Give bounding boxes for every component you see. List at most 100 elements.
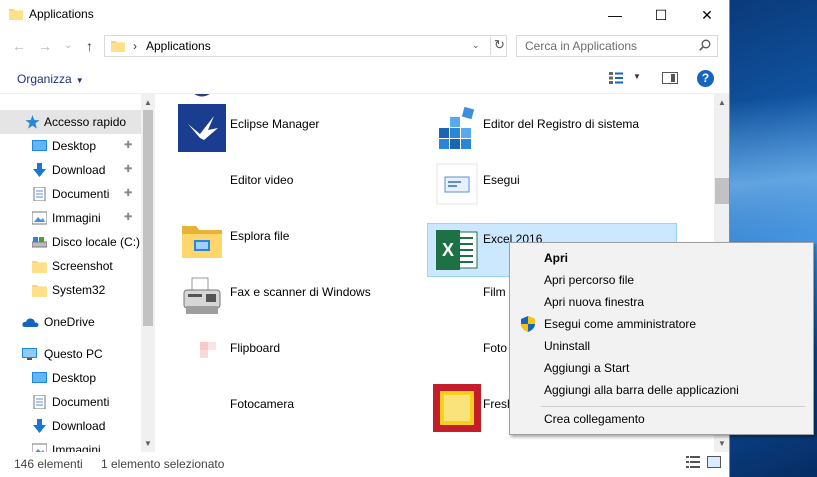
star-icon (25, 115, 40, 129)
menu-item-apri-percorso-file[interactable]: Apri percorso file (512, 269, 811, 291)
desktop-icon (32, 140, 47, 151)
drive-icon (32, 237, 47, 248)
scroll-down-icon[interactable]: ▼ (718, 439, 726, 448)
folder-icon (32, 285, 47, 297)
sidebar-item-desktop-pc[interactable]: Desktop (0, 366, 141, 390)
menu-item-aggiungi-barra-applicazioni[interactable]: Aggiungi alla barra delle applicazioni (512, 379, 811, 401)
scrollbar-thumb[interactable] (715, 178, 729, 204)
menu-item-label: Apri nuova finestra (544, 295, 645, 309)
file-name: Esegui (483, 173, 520, 187)
organize-label: Organizza (17, 72, 72, 86)
sidebar-item-screenshot[interactable]: Screenshot (0, 254, 141, 278)
sidebar-item-label: Documenti (52, 187, 110, 201)
list-item-registry-editor[interactable]: Editor del Registro di sistema (427, 101, 677, 155)
file-name: Flipboard (230, 341, 281, 355)
menu-item-apri[interactable]: Apri (512, 247, 811, 269)
sidebar-item-label: Screenshot (52, 259, 113, 273)
menu-item-aggiungi-a-start[interactable]: Aggiungi a Start (512, 357, 811, 379)
close-button[interactable]: ✕ (684, 0, 729, 30)
list-item-esplora-file[interactable]: Esplora file (172, 213, 422, 267)
up-arrow-icon[interactable]: ↑ (86, 38, 93, 54)
list-item-fax-scanner[interactable]: Fax e scanner di Windows (172, 269, 422, 323)
menu-item-crea-collegamento[interactable]: Crea collegamento (512, 408, 811, 430)
sidebar-item-accesso-rapido[interactable]: Accesso rapido (0, 110, 141, 134)
caret-down-icon: ▼ (75, 76, 84, 85)
list-item-editor-video[interactable]: Editor video (172, 157, 422, 211)
uac-shield-icon (521, 316, 535, 332)
status-bar: 146 elementi 1 elemento selezionato (0, 452, 729, 477)
menu-item-uninstall[interactable]: Uninstall (512, 335, 811, 357)
scroll-down-icon[interactable]: ▼ (144, 439, 152, 448)
recent-locations-chevron-icon[interactable]: ⌄ (64, 40, 72, 51)
menu-item-esegui-come-amministratore[interactable]: Esegui come amministratore (512, 313, 811, 335)
sidebar-item-label: Immagini (52, 211, 101, 225)
list-item-esegui[interactable]: Esegui (427, 157, 677, 211)
file-name: Foto (483, 341, 508, 355)
sidebar-item-label: Disco locale (C:) (52, 235, 141, 249)
context-menu: Apri Apri percorso file Apri nuova fines… (509, 242, 814, 435)
eclipse-manager-icon (178, 104, 226, 152)
sidebar-item-disco-locale[interactable]: Disco locale (C:) (0, 230, 141, 254)
sidebar-item-documenti-pc[interactable]: Documenti (0, 390, 141, 414)
back-arrow-icon[interactable]: ← (12, 38, 26, 54)
search-input[interactable]: Cerca in Applications (516, 35, 718, 57)
menu-item-label: Aggiungi a Start (544, 361, 630, 375)
registry-editor-icon (439, 106, 475, 149)
sidebar-item-label: Desktop (52, 139, 97, 153)
preview-pane-icon[interactable] (662, 72, 678, 84)
menu-separator (541, 406, 805, 407)
list-item-fotocamera[interactable]: Fotocamera (172, 381, 422, 435)
folder-icon (111, 41, 125, 52)
run-icon (436, 163, 478, 205)
sidebar-item-system32[interactable]: System32 (0, 278, 141, 302)
list-item-eclipse-manager[interactable]: Eclipse Manager (172, 101, 422, 155)
details-view-icon[interactable] (686, 456, 700, 468)
address-bar[interactable]: › Applications ⌄ ↻ (104, 35, 507, 57)
sidebar-item-immagini[interactable]: Immagini ✚ (0, 206, 141, 230)
sidebar-item-download[interactable]: Download ✚ (0, 158, 141, 182)
sidebar-item-onedrive[interactable]: OneDrive (0, 310, 141, 334)
sidebar-item-label: Questo PC (44, 347, 103, 361)
refresh-icon[interactable]: ↻ (490, 37, 506, 55)
scrollbar-thumb[interactable] (143, 110, 153, 326)
tiles-view-icon[interactable] (707, 456, 721, 468)
pin-icon: ✚ (124, 164, 133, 175)
search-icon[interactable] (699, 39, 711, 51)
list-item-flipboard[interactable]: Flipboard (172, 325, 422, 379)
sidebar-item-questo-pc[interactable]: Questo PC (0, 342, 141, 366)
sidebar-item-download-pc[interactable]: Download (0, 414, 141, 438)
desktop-icon (32, 372, 47, 383)
selection-status: 1 elemento selezionato (101, 457, 225, 471)
sidebar-item-label: Download (52, 163, 106, 177)
file-name: Esplora file (230, 229, 290, 243)
image-icon (32, 211, 47, 225)
file-explorer-icon (182, 226, 222, 258)
scroll-up-icon[interactable]: ▲ (144, 98, 152, 107)
sidebar-item-label: Accesso rapido (44, 115, 127, 129)
navigation-scrollbar[interactable]: ▲ ▼ (141, 94, 155, 452)
scroll-up-icon[interactable]: ▲ (718, 98, 726, 107)
search-placeholder: Cerca in Applications (525, 39, 638, 53)
sidebar-item-label: OneDrive (44, 315, 95, 329)
menu-item-label: Apri percorso file (544, 273, 635, 287)
menu-item-apri-nuova-finestra[interactable]: Apri nuova finestra (512, 291, 811, 313)
excel-icon: X (436, 230, 478, 270)
sidebar-item-label: Documenti (52, 395, 110, 409)
download-icon (33, 419, 46, 433)
address-dropdown-chevron-icon[interactable]: ⌄ (472, 40, 480, 51)
minimize-button[interactable]: — (592, 0, 638, 30)
maximize-button[interactable]: ☐ (638, 0, 684, 30)
file-name: Editor del Registro di sistema (483, 117, 640, 131)
organize-menu-button[interactable]: Organizza ▼ (17, 72, 84, 86)
sidebar-item-desktop[interactable]: Desktop ✚ (0, 134, 141, 158)
sidebar-item-documenti[interactable]: Documenti ✚ (0, 182, 141, 206)
change-view-icon[interactable] (609, 72, 623, 84)
file-name: Eclipse Manager (230, 117, 320, 131)
folder-icon (32, 261, 47, 273)
sidebar-item-immagini-pc[interactable]: Immagini (0, 438, 141, 452)
help-icon[interactable]: ? (697, 70, 714, 87)
item-count: 146 elementi (14, 457, 83, 471)
breadcrumb-applications[interactable]: Applications (146, 39, 211, 53)
forward-arrow-icon[interactable]: → (38, 38, 52, 54)
view-options-caret-icon[interactable]: ▼ (633, 72, 641, 81)
